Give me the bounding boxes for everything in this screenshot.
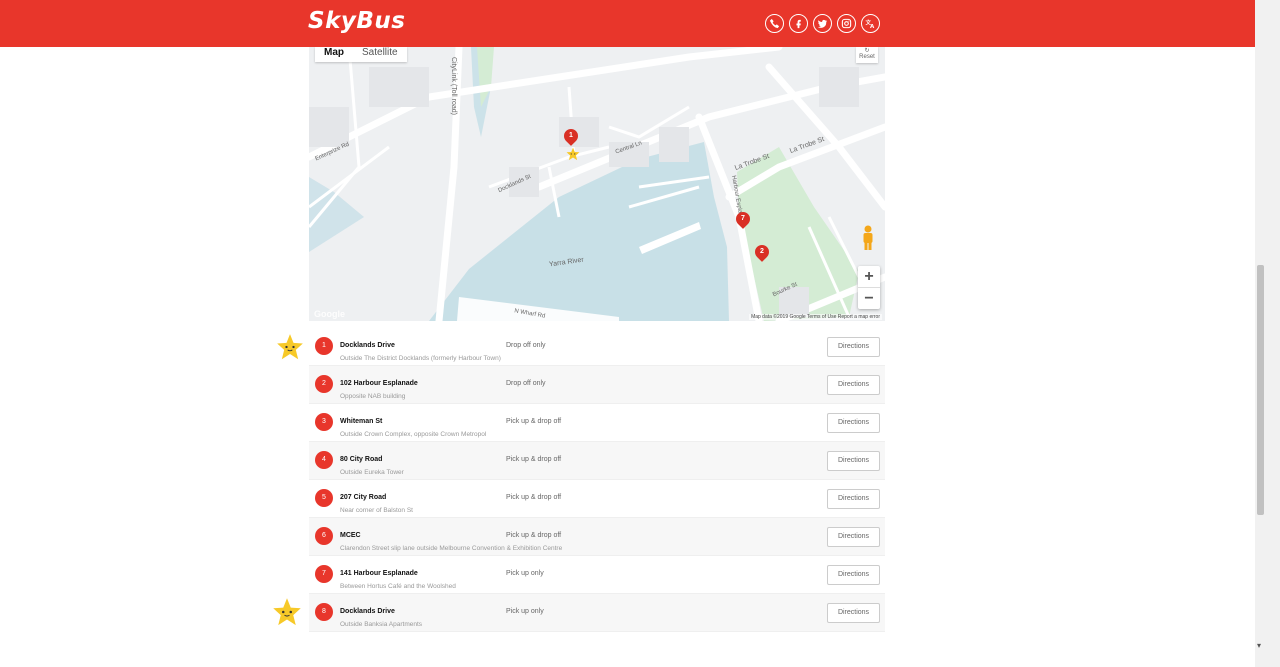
stop-description: Outside Banksia Apartments <box>340 621 423 628</box>
stop-number: 2 <box>315 375 333 393</box>
map-pin-2[interactable]: 2 <box>752 242 772 262</box>
stop-row: 3 Whiteman St Outside Crown Complex, opp… <box>309 404 885 442</box>
directions-button[interactable]: Directions <box>827 489 880 509</box>
stops-list: 1 Docklands Drive Outside The District D… <box>309 328 885 632</box>
stop-name: Docklands Drive <box>340 608 395 615</box>
stop-description: Between Hortus Café and the Woolshed <box>340 583 456 590</box>
stop-name: 102 Harbour Esplanade <box>340 380 418 387</box>
instagram-icon[interactable] <box>837 14 856 33</box>
route-map[interactable]: Map Satellite ↻ Reset CityLink (Toll roa… <box>309 47 885 321</box>
stop-number: 4 <box>315 451 333 469</box>
stop-type: Pick up only <box>506 608 544 615</box>
stop-name: 141 Harbour Esplanade <box>340 570 418 577</box>
map-type-control: Map Satellite <box>315 47 407 62</box>
translate-icon[interactable]: 文A <box>861 14 880 33</box>
stop-name: 80 City Road <box>340 456 383 463</box>
zoom-out-button[interactable]: − <box>858 288 880 309</box>
scroll-down-arrow-icon[interactable]: ▾ <box>1257 641 1261 650</box>
stop-description: Outside The District Docklands (formerly… <box>340 355 501 362</box>
stop-row: 5 207 City Road Near corner of Balston S… <box>309 480 885 518</box>
social-links: 文A <box>765 14 880 33</box>
twitter-icon[interactable] <box>813 14 832 33</box>
skybus-logo[interactable]: SkyBus <box>308 8 405 34</box>
stop-type: Pick up & drop off <box>506 418 562 425</box>
stop-number: 5 <box>315 489 333 507</box>
stop-row: 8 Docklands Drive Outside Banksia Apartm… <box>309 594 885 632</box>
stop-type: Drop off only <box>506 342 546 349</box>
zoom-control: + − <box>858 266 880 309</box>
stop-type: Pick up & drop off <box>506 494 562 501</box>
stop-number: 1 <box>315 337 333 355</box>
facebook-icon[interactable] <box>789 14 808 33</box>
site-header: SkyBus 文A <box>0 0 1255 47</box>
stop-row: 7 141 Harbour Esplanade Between Hortus C… <box>309 556 885 594</box>
stop-number: 8 <box>315 603 333 621</box>
directions-button[interactable]: Directions <box>827 337 880 357</box>
map-type-map-button[interactable]: Map <box>315 47 353 62</box>
stop-name: MCEC <box>340 532 361 539</box>
stop-description: Outside Eureka Tower <box>340 469 404 476</box>
star-icon <box>276 333 304 366</box>
stop-row: 4 80 City Road Outside Eureka Tower Pick… <box>309 442 885 480</box>
stop-number: 3 <box>315 413 333 431</box>
directions-button[interactable]: Directions <box>827 603 880 623</box>
stop-name: 207 City Road <box>340 494 387 501</box>
street-view-pegman-icon[interactable] <box>860 225 876 256</box>
stop-description: Opposite NAB building <box>340 393 406 400</box>
page-scrollbar[interactable]: ▾ <box>1255 0 1280 667</box>
stop-number: 7 <box>315 565 333 583</box>
stop-name: Whiteman St <box>340 418 383 425</box>
map-pin-1[interactable]: 1 <box>561 126 581 146</box>
zoom-in-button[interactable]: + <box>858 266 880 287</box>
stop-row: 1 Docklands Drive Outside The District D… <box>309 328 885 366</box>
map-pin-7[interactable]: 7 <box>733 209 753 229</box>
stop-number: 6 <box>315 527 333 545</box>
svg-text:A: A <box>870 24 875 29</box>
stop-description: Near corner of Balston St <box>340 507 413 514</box>
map-reset-button[interactable]: ↻ Reset <box>856 47 878 63</box>
stop-description: Outside Crown Complex, opposite Crown Me… <box>340 431 487 438</box>
stop-type: Pick up & drop off <box>506 532 562 539</box>
stop-row: 6 MCEC Clarendon Street slip lane outsid… <box>309 518 885 556</box>
phone-icon[interactable] <box>765 14 784 33</box>
directions-button[interactable]: Directions <box>827 413 880 433</box>
stop-description: Clarendon Street slip lane outside Melbo… <box>340 545 563 552</box>
stop-type: Drop off only <box>506 380 546 387</box>
stop-name: Docklands Drive <box>340 342 395 349</box>
map-type-satellite-button[interactable]: Satellite <box>353 47 407 62</box>
map-label-citylink: CityLink (Toll road) <box>450 57 457 115</box>
map-base <box>309 47 885 321</box>
star-icon <box>272 597 302 632</box>
stop-type: Pick up only <box>506 570 544 577</box>
directions-button[interactable]: Directions <box>827 375 880 395</box>
google-logo: Google <box>314 309 345 319</box>
star-icon <box>566 147 580 166</box>
directions-button[interactable]: Directions <box>827 527 880 547</box>
stop-type: Pick up & drop off <box>506 456 562 463</box>
scrollbar-thumb[interactable] <box>1257 265 1264 515</box>
stop-row: 2 102 Harbour Esplanade Opposite NAB bui… <box>309 366 885 404</box>
directions-button[interactable]: Directions <box>827 451 880 471</box>
directions-button[interactable]: Directions <box>827 565 880 585</box>
map-attribution[interactable]: Map data ©2019 Google Terms of Use Repor… <box>749 314 882 320</box>
